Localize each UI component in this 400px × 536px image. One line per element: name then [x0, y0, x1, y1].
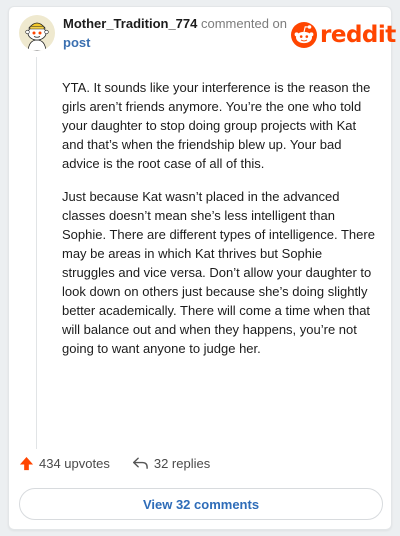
thread-line [36, 57, 37, 449]
upvote-arrow-icon [19, 456, 34, 470]
comment-byline: Mother_Tradition_774 commented on [63, 16, 287, 31]
reply-arrow-icon [132, 457, 148, 469]
reply-count: 32 replies [153, 455, 211, 471]
comment-actions: 434 upvotes 32 replies [19, 454, 379, 472]
reddit-wordmark: reddit [320, 22, 396, 48]
avatar-snoo-icon [19, 15, 55, 51]
username[interactable]: Mother_Tradition_774 [63, 16, 197, 31]
comment-body: YTA. It sounds like your interference is… [62, 78, 378, 372]
reddit-logo[interactable]: reddit [291, 21, 396, 49]
comment-paragraph: YTA. It sounds like your interference is… [62, 80, 371, 171]
comment-paragraph: Just because Kat wasn’t placed in the ad… [62, 189, 375, 356]
reply-button[interactable]: 32 replies [132, 456, 210, 471]
comment-card: Mother_Tradition_774 commented on post r… [8, 6, 396, 530]
upvote-button[interactable]: 434 upvotes [19, 456, 110, 471]
comment-header: Mother_Tradition_774 commented on post r… [9, 7, 396, 63]
reddit-snoo-icon [291, 22, 317, 48]
upvote-count: 434 upvotes [39, 455, 110, 471]
commented-on-text: commented on [201, 16, 287, 31]
post-link[interactable]: post [63, 35, 90, 50]
view-comments-button[interactable]: View 32 comments [19, 488, 383, 520]
user-avatar[interactable] [19, 15, 55, 51]
